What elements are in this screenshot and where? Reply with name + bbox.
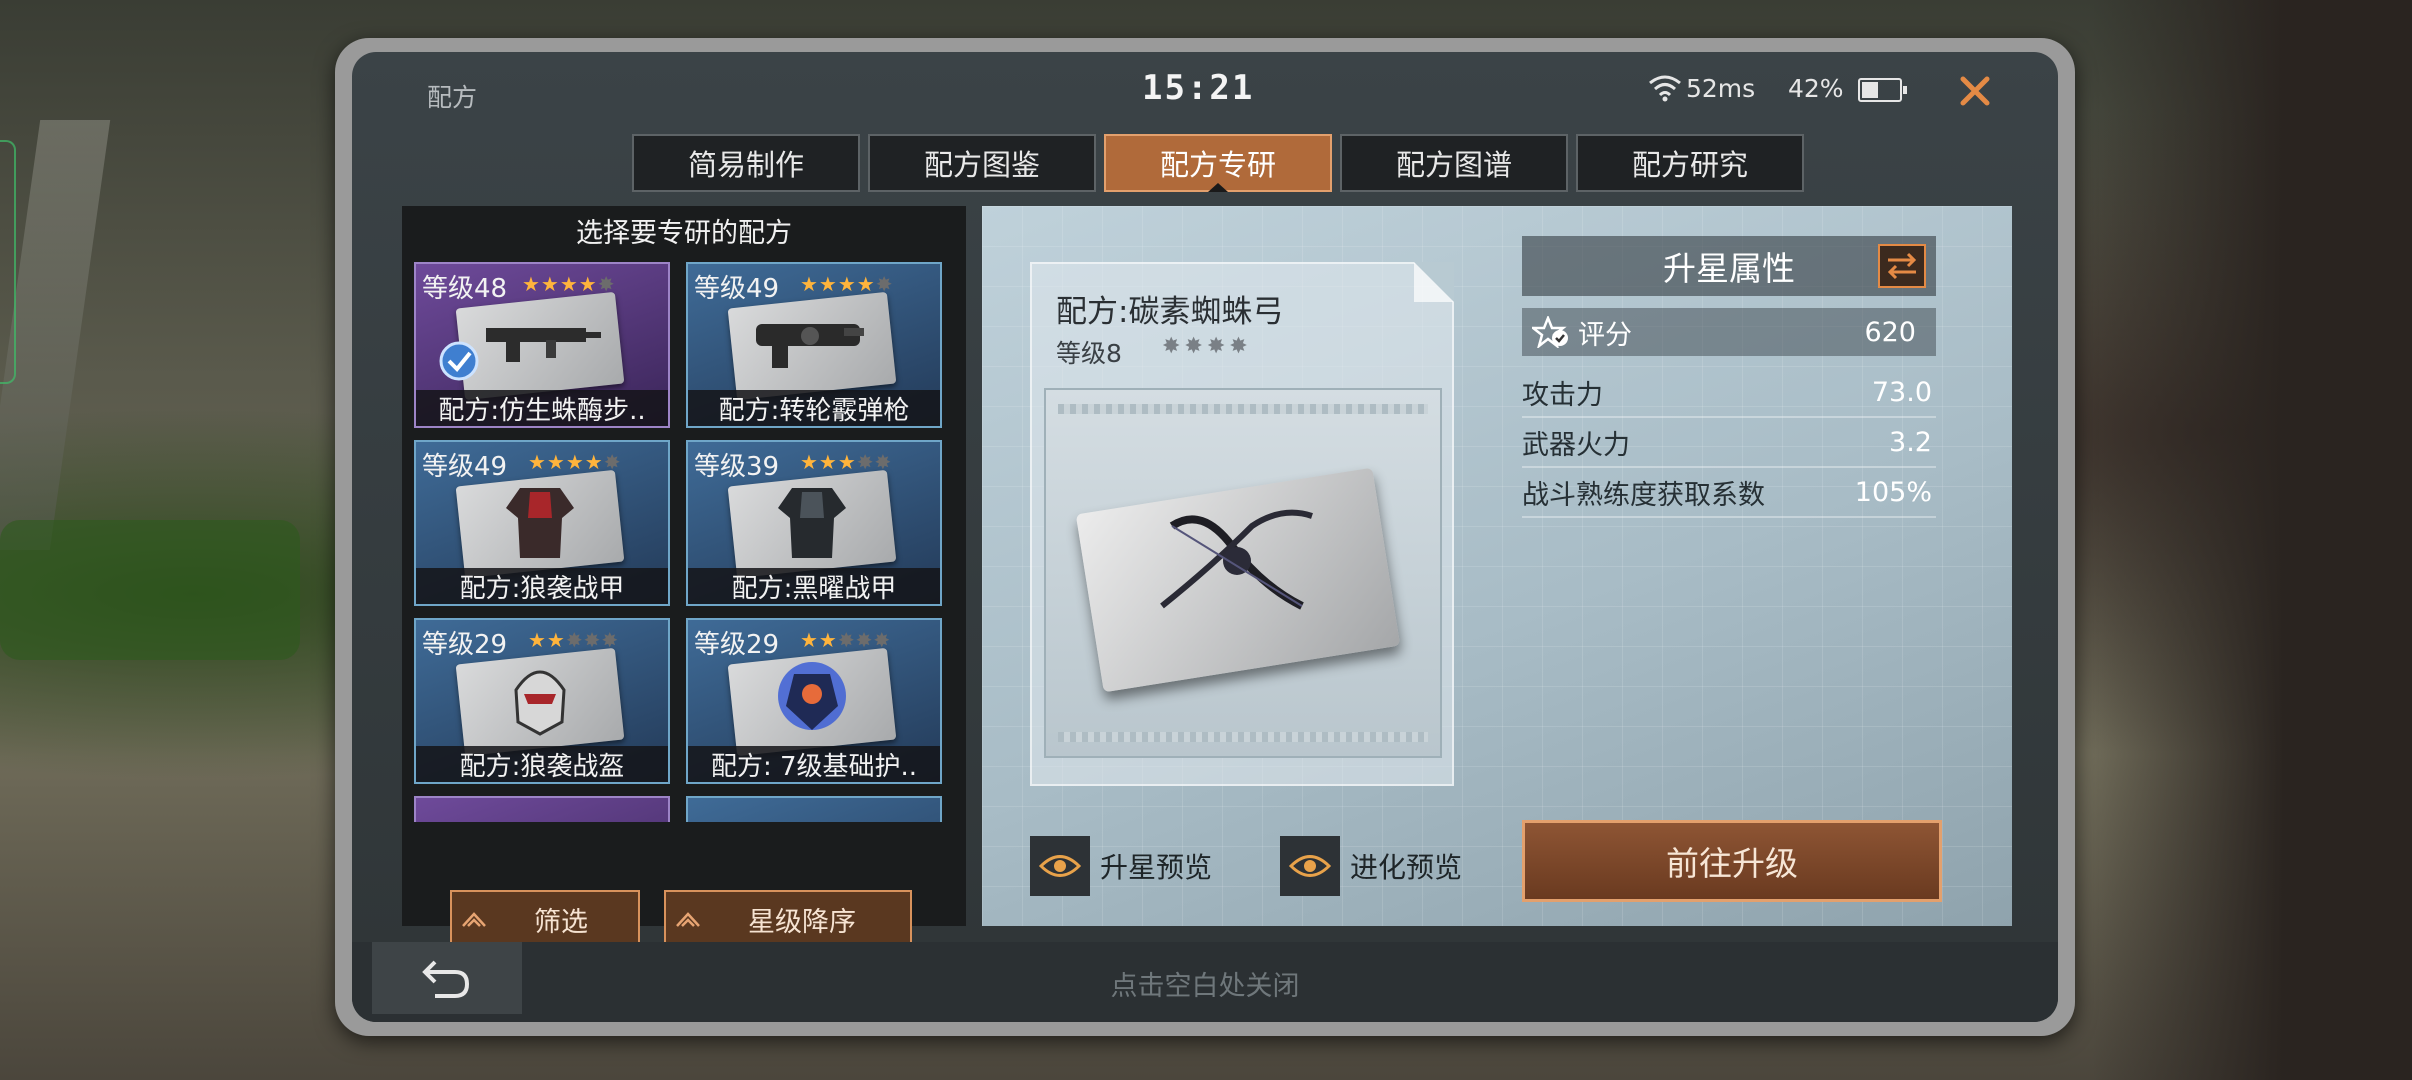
recipe-detail-stars: ✸✸✸✸	[1162, 334, 1252, 359]
rating-stars: ★★✸✸✸	[528, 628, 620, 652]
wifi-icon	[1649, 75, 1681, 102]
recipe-dialog: 配方 15:21 52ms 42% 简易制作 配方图鉴 配方专研 配方图谱 配方…	[352, 52, 2058, 1022]
recipe-detail-level: 等级8	[1056, 339, 1122, 368]
rating-stars: ★★✸✸✸	[800, 628, 892, 652]
evolve-preview-button[interactable]: 进化预览	[1280, 836, 1462, 896]
stat-row-attack: 攻击力 73.0	[1522, 368, 1936, 418]
background-pillar	[0, 120, 111, 550]
clock: 15:21	[1142, 68, 1255, 108]
stat-value: 3.2	[1889, 426, 1932, 458]
background-edge-glow	[0, 140, 16, 384]
blueprint-strip	[1058, 404, 1428, 414]
stat-value: 105%	[1854, 476, 1932, 508]
stat-row-firepower: 武器火力 3.2	[1522, 418, 1936, 468]
recipe-card[interactable]: 等级29 ★★✸✸✸ 配方:狼袭战盔	[414, 618, 670, 784]
go-upgrade-button[interactable]: 前往升级	[1522, 820, 1942, 902]
recipe-grid[interactable]: 等级48 ★★★★✸ 配方:仿生蛛酶步.. 等级49 ★★★★✸ 配方:转轮霰弹…	[414, 262, 954, 822]
tab-simple-craft[interactable]: 简易制作	[632, 134, 860, 192]
tab-recipe-atlas[interactable]: 配方图谱	[1340, 134, 1568, 192]
blueprint-image	[1044, 388, 1442, 758]
sort-button[interactable]: 星级降序	[664, 890, 912, 948]
recipe-name: 配方:狼袭战甲	[416, 568, 668, 604]
tab-bar: 简易制作 配方图鉴 配方专研 配方图谱 配方研究	[632, 134, 1804, 192]
close-hint: 点击空白处关闭	[1110, 971, 1300, 1002]
background-grass	[0, 520, 300, 660]
rating-stars: ★★★★✸	[522, 272, 616, 296]
gear-set-icon	[778, 662, 846, 730]
dialog-title: 配方	[427, 83, 478, 112]
recipe-name: 配方: 7级基础护..	[688, 746, 940, 782]
tab-recipe-catalog[interactable]: 配方图鉴	[868, 134, 1096, 192]
filter-label: 筛选	[534, 906, 588, 938]
score-value: 620	[1864, 316, 1916, 348]
recipe-card[interactable]: 等级49 ★★★★✸ 配方:转轮霰弹枪	[686, 262, 942, 428]
stat-label: 战斗熟练度获取系数	[1522, 479, 1765, 511]
spider-bow-icon	[1160, 509, 1313, 610]
star-attributes-title: 升星属性	[1522, 236, 1936, 296]
recipe-name: 配方:转轮霰弹枪	[688, 390, 940, 426]
recipe-level: 等级29	[694, 630, 780, 660]
stat-label: 攻击力	[1522, 379, 1603, 411]
rating-stars: ★★★✸✸	[800, 450, 893, 474]
recipe-name: 配方:狼袭战盔	[416, 746, 668, 782]
armor-icon	[506, 488, 574, 558]
recipe-card[interactable]: 等级29 ★★✸✸✸ 配方: 7级基础护..	[686, 618, 942, 784]
armor-icon	[778, 488, 846, 558]
score-label: 评分	[1578, 319, 1632, 351]
recipe-sheet: 配方:碳素蜘蛛弓 等级8 ✸✸✸✸	[1030, 262, 1454, 786]
recipe-level: 等级39	[694, 452, 780, 482]
star-attributes-label: 升星属性	[1663, 249, 1795, 288]
recipe-detail-name: 配方:碳素蜘蛛弓	[1056, 294, 1284, 330]
score-row: 评分 620	[1522, 308, 1936, 356]
recipe-level: 等级29	[422, 630, 508, 660]
recipe-list-title: 选择要专研的配方	[576, 217, 792, 249]
recipe-list-panel: 选择要专研的配方 等级48 ★★★★✸ 配方:仿生蛛酶步.. 等级49 ★★★★…	[402, 206, 966, 948]
stat-label: 武器火力	[1522, 429, 1630, 461]
star-preview-button[interactable]: 升星预览	[1030, 836, 1212, 896]
recipe-name: 配方:仿生蛛酶步..	[416, 390, 668, 426]
recipe-detail-panel: 配方:碳素蜘蛛弓 等级8 ✸✸✸✸ 升星属性 评分 620 攻击力 73.0 武…	[982, 206, 2012, 926]
recipe-level: 等级49	[694, 274, 780, 304]
tab-recipe-study[interactable]: 配方专研	[1104, 134, 1332, 192]
shotgun-icon	[756, 324, 864, 368]
recipe-level: 等级48	[422, 274, 508, 304]
swap-icon[interactable]	[1878, 244, 1926, 288]
ping-text: 52ms	[1686, 74, 1756, 103]
battery-percent: 42%	[1788, 74, 1844, 103]
stat-value: 73.0	[1871, 376, 1932, 408]
star-preview-label: 升星预览	[1100, 851, 1213, 884]
recipe-level: 等级49	[422, 452, 508, 482]
bionic-badge-icon	[439, 341, 479, 381]
rating-stars: ★★★★✸	[800, 272, 894, 296]
close-icon[interactable]	[1950, 66, 2000, 116]
recipe-card[interactable]: 等级49 ★★★★✸ 配方:狼袭战甲	[414, 440, 670, 606]
battery-icon	[1858, 78, 1907, 102]
recipe-card[interactable]: 等级48 ★★★★✸ 配方:仿生蛛酶步..	[414, 262, 670, 428]
recipe-card-partial[interactable]	[686, 796, 942, 822]
chevron-up-icon	[452, 910, 496, 928]
tab-recipe-research[interactable]: 配方研究	[1576, 134, 1804, 192]
background-shade	[2092, 0, 2412, 1080]
recipe-name: 配方:黑曜战甲	[688, 568, 940, 604]
helmet-icon	[514, 670, 566, 736]
eye-icon	[1280, 836, 1340, 896]
rifle-icon	[486, 328, 601, 362]
sort-label: 星级降序	[748, 906, 856, 938]
stat-row-proficiency: 战斗熟练度获取系数 105%	[1522, 468, 1936, 518]
recipe-card[interactable]: 等级39 ★★★✸✸ 配方:黑曜战甲	[686, 440, 942, 606]
rating-stars: ★★★★✸	[528, 450, 622, 474]
bottom-bar[interactable]: 点击空白处关闭	[352, 942, 2058, 1022]
filter-button[interactable]: 筛选	[450, 890, 640, 948]
evolve-preview-label: 进化预览	[1350, 851, 1463, 884]
star-check-icon	[1532, 316, 1568, 348]
recipe-card-partial[interactable]	[414, 796, 670, 822]
chevron-up-icon	[666, 910, 710, 928]
blueprint-strip	[1058, 732, 1428, 742]
eye-icon	[1030, 836, 1090, 896]
